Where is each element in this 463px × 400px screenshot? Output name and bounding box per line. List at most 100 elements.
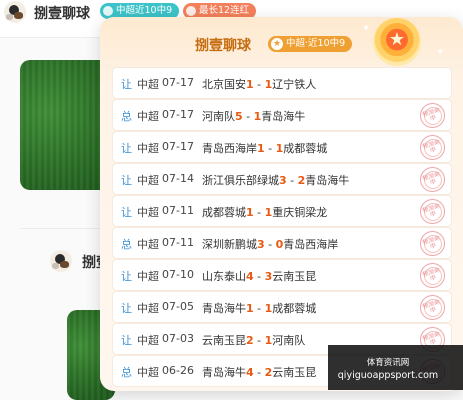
score-separator: -: [246, 110, 251, 123]
bet-type: 让: [121, 334, 132, 347]
record-popup: 捌壹聊球 ★ 中超·近10中9 ★ ✦ ✦ 让中超 07-17 北京国安1 - 1辽…: [100, 17, 463, 391]
home-team: 北京国安: [202, 78, 246, 91]
avatar[interactable]: [4, 1, 26, 23]
match-info: 浙江俱乐部绿城3 - 2青岛海牛: [202, 172, 349, 188]
record-row[interactable]: 让中超 07-17 北京国安1 - 1辽宁铁人: [112, 67, 452, 99]
hit-stamp-icon: 预测命中: [420, 135, 445, 160]
home-score: 1: [246, 78, 254, 91]
home-team: 河南队: [202, 110, 235, 123]
match-date: 07-05: [162, 300, 194, 313]
away-team: 云南玉昆: [272, 366, 317, 379]
bet-type: 让: [121, 270, 132, 283]
score-separator: -: [257, 206, 262, 219]
bet-type: 让: [121, 142, 132, 155]
league: 中超: [137, 78, 159, 91]
watermark: 体育资讯网 qiyiguoappsport.com: [328, 345, 463, 390]
away-team: 辽宁铁人: [272, 78, 317, 91]
home-team: 山东泰山: [202, 270, 246, 283]
away-team: 成都蓉城: [283, 142, 328, 155]
score-separator: -: [290, 174, 295, 187]
home-team: 浙江俱乐部绿城: [202, 174, 279, 187]
score-separator: -: [257, 78, 262, 91]
away-team: 青岛海牛: [261, 110, 306, 123]
home-team: 青岛海牛: [202, 302, 246, 315]
bet-type: 让: [121, 174, 132, 187]
away-team: 重庆铜梁龙: [272, 206, 328, 219]
page: 捌壹聊球 中超近10中9 最长12连红 捌壹 捌壹聊球 ★ 中超·近10中9 ★…: [0, 0, 463, 400]
hit-stamp-icon: 预测命中: [420, 103, 445, 128]
popup-title: 捌壹聊球: [195, 38, 251, 54]
match-date: 07-17: [162, 108, 194, 121]
home-score: 1: [246, 302, 254, 315]
record-badge: ★ 中超·近10中9: [268, 36, 353, 52]
watermark-line2: qiyiguoappsport.com: [337, 370, 439, 381]
home-score: 3: [279, 174, 287, 187]
league: 中超: [137, 302, 159, 315]
match-info: 成都蓉城1 - 1重庆铜梁龙: [202, 204, 327, 220]
hit-stamp-icon: 预测命中: [420, 199, 445, 224]
home-score: 1: [246, 206, 254, 219]
home-team: 云南玉昆: [202, 334, 246, 347]
record-row[interactable]: 让中超 07-05 青岛海牛1 - 1成都蓉城 预测命中: [112, 291, 452, 323]
match-date: 07-17: [162, 140, 194, 153]
score-separator: -: [268, 238, 273, 251]
home-score: 2: [246, 334, 254, 347]
league: 中超: [137, 334, 159, 347]
match-info: 青岛海牛1 - 1成都蓉城: [202, 300, 316, 316]
fire-icon: [186, 6, 196, 16]
match-date: 07-14: [162, 172, 194, 185]
bet-type: 总: [121, 238, 132, 251]
author-name[interactable]: 捌壹聊球: [34, 3, 90, 23]
league: 中超: [137, 270, 159, 283]
bet-type: 让: [121, 302, 132, 315]
score-separator: -: [268, 142, 273, 155]
bet-type: 总: [121, 110, 132, 123]
record-row[interactable]: 让中超 07-11 成都蓉城1 - 1重庆铜梁龙 预测命中: [112, 195, 452, 227]
league: 中超: [137, 110, 159, 123]
record-row[interactable]: 让中超 07-17 青岛西海岸1 - 1成都蓉城 预测命中: [112, 131, 452, 163]
record-row[interactable]: 总中超 07-11 深圳新鹏城3 - 0青岛西海岸 预测命中: [112, 227, 452, 259]
record-row[interactable]: 让中超 07-10 山东泰山4 - 3云南玉昆 预测命中: [112, 259, 452, 291]
match-date: 07-11: [162, 236, 194, 249]
medal-icon: ★: [373, 18, 421, 66]
sparkle-icon: ✦: [362, 23, 371, 34]
away-team: 成都蓉城: [272, 302, 317, 315]
match-info: 河南队5 - 1青岛海牛: [202, 108, 305, 124]
lightning-icon: [103, 6, 113, 16]
avatar[interactable]: [50, 250, 72, 272]
home-score: 4: [246, 270, 254, 283]
match-info: 青岛海牛4 - 2云南玉昆: [202, 364, 316, 380]
tag-streak-label: 最长12连红: [199, 5, 250, 16]
match-date: 07-17: [162, 76, 194, 89]
bet-type: 总: [121, 366, 132, 379]
home-score: 3: [257, 238, 265, 251]
home-score: 5: [235, 110, 243, 123]
watermark-line1: 体育资讯网: [366, 358, 410, 368]
away-team: 河南队: [272, 334, 306, 347]
sparkle-icon: ✦: [436, 47, 445, 58]
away-team: 青岛海牛: [305, 174, 350, 187]
score-separator: -: [257, 334, 262, 347]
record-row[interactable]: 总中超 07-17 河南队5 - 1青岛海牛 预测命中: [112, 99, 452, 131]
match-date: 07-03: [162, 332, 194, 345]
record-list: 让中超 07-17 北京国安1 - 1辽宁铁人总中超 07-17 河南队5 - 1青岛海…: [112, 67, 452, 387]
away-team: 青岛西海岸: [283, 238, 339, 251]
score-separator: -: [257, 366, 262, 379]
popup-header: 捌壹聊球 ★ 中超·近10中9 ★ ✦ ✦: [100, 17, 463, 66]
home-team: 青岛西海岸: [202, 142, 257, 155]
score-separator: -: [257, 302, 262, 315]
record-row[interactable]: 让中超 07-14 浙江俱乐部绿城3 - 2青岛海牛 预测命中: [112, 163, 452, 195]
home-team: 深圳新鹏城: [202, 238, 257, 251]
hit-stamp-icon: 预测命中: [420, 231, 445, 256]
match-info: 青岛西海岸1 - 1成都蓉城: [202, 140, 327, 156]
hit-stamp-icon: 预测命中: [420, 167, 445, 192]
home-score: 4: [246, 366, 254, 379]
league: 中超: [137, 366, 159, 379]
hit-stamp-icon: 预测命中: [420, 263, 445, 288]
league: 中超: [137, 142, 159, 155]
home-team: 成都蓉城: [202, 206, 246, 219]
league: 中超: [137, 238, 159, 251]
hit-stamp-icon: 预测命中: [420, 295, 445, 320]
league: 中超: [137, 174, 159, 187]
record-badge-label: 中超·近10中9: [286, 38, 346, 49]
